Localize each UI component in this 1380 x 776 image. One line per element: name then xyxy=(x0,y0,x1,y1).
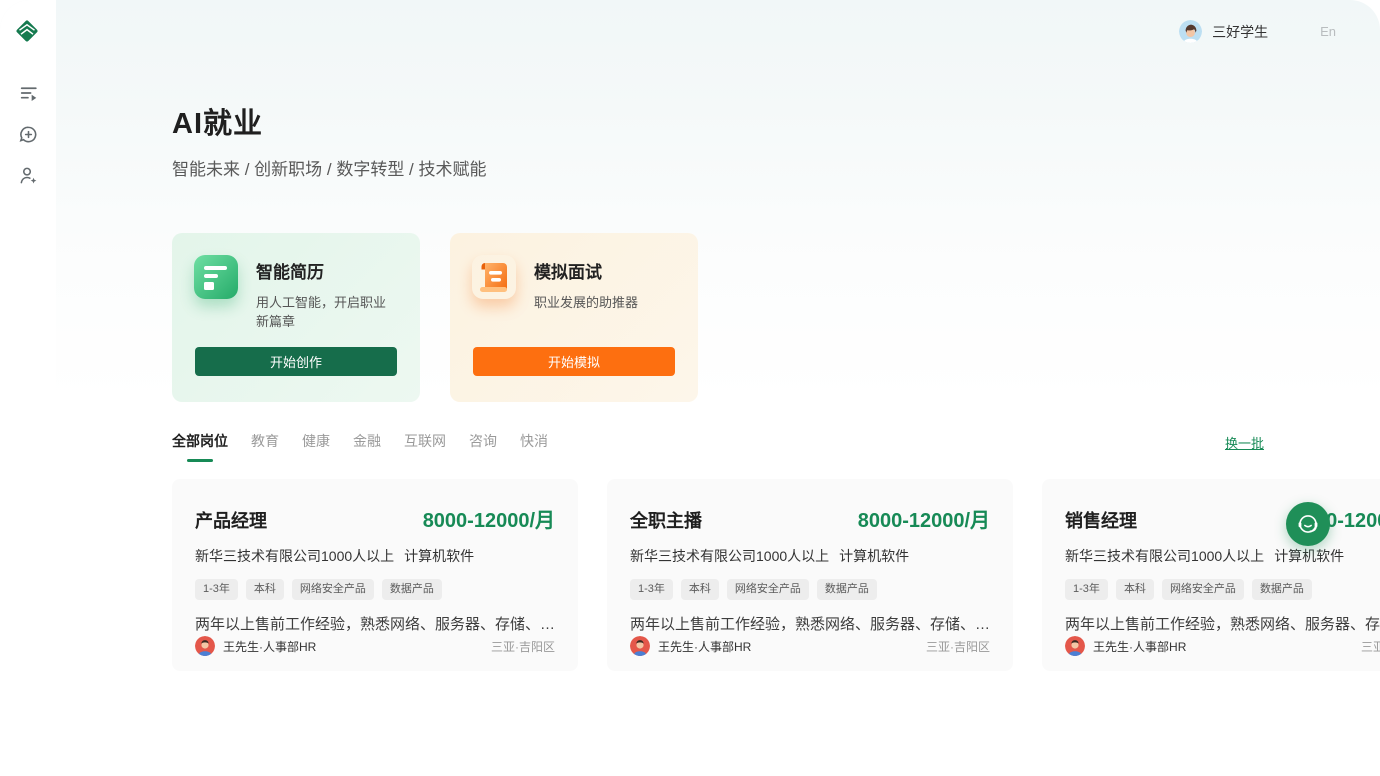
playlist-icon[interactable] xyxy=(17,82,39,104)
job-card[interactable]: 产品经理 8000-12000/月 新华三技术有限公司1000人以上 计算机软件… xyxy=(172,479,578,671)
job-tag: 本科 xyxy=(1116,579,1154,600)
hr-avatar xyxy=(195,636,215,656)
feature-subtitle: 用人工智能，开启职业新篇章 xyxy=(256,292,398,330)
tab-fmcg[interactable]: 快消 xyxy=(520,431,548,462)
tab-internet[interactable]: 互联网 xyxy=(404,431,446,462)
job-salary: 8000-12000/月 xyxy=(858,504,990,533)
person-star-icon[interactable] xyxy=(17,164,39,186)
job-company: 新华三技术有限公司1000人以上 xyxy=(195,546,394,566)
job-location: 三亚·吉阳区 xyxy=(491,638,555,655)
job-title: 全职主播 xyxy=(630,507,702,533)
sidebar xyxy=(0,0,56,776)
job-tags: 1-3年 本科 网络安全产品 数据产品 xyxy=(195,579,555,600)
job-description: 两年以上售前工作经验，熟悉网络、服务器、存储、… xyxy=(1065,613,1380,634)
hr-avatar xyxy=(1065,636,1085,656)
job-title: 产品经理 xyxy=(195,507,267,533)
hr-name: 王先生·人事部HR xyxy=(658,638,751,655)
job-tag: 数据产品 xyxy=(817,579,877,600)
app-window: 三好学生 En AI就业 智能未来 / 创新职场 / 数字转型 / 技术赋能 xyxy=(0,0,1380,776)
feature-cards: 智能简历 用人工智能，开启职业新篇章 开始创作 xyxy=(172,233,1264,402)
hr-name: 王先生·人事部HR xyxy=(223,638,316,655)
refresh-batch-link[interactable]: 换一批 xyxy=(1225,431,1264,452)
job-location: 三亚·吉阳区 xyxy=(926,638,990,655)
smart-resume-card: 智能简历 用人工智能，开启职业新篇章 开始创作 xyxy=(172,233,420,402)
customer-service-button[interactable] xyxy=(1286,502,1330,546)
page-subtitle: 智能未来 / 创新职场 / 数字转型 / 技术赋能 xyxy=(172,155,1264,180)
job-tag: 本科 xyxy=(246,579,284,600)
category-tabs: 全部岗位 教育 健康 金融 互联网 咨询 快消 xyxy=(172,431,548,462)
job-industry: 计算机软件 xyxy=(1274,546,1344,566)
job-tag: 本科 xyxy=(681,579,719,600)
job-tag: 网络安全产品 xyxy=(727,579,809,600)
job-description: 两年以上售前工作经验，熟悉网络、服务器、存储、… xyxy=(630,613,990,634)
job-tag: 1-3年 xyxy=(1065,579,1108,600)
hr-name: 王先生·人事部HR xyxy=(1093,638,1186,655)
job-title: 销售经理 xyxy=(1065,507,1137,533)
tab-finance[interactable]: 金融 xyxy=(353,431,381,462)
job-tag: 网络安全产品 xyxy=(292,579,374,600)
job-tags: 1-3年 本科 网络安全产品 数据产品 xyxy=(1065,579,1380,600)
job-card[interactable]: 全职主播 8000-12000/月 新华三技术有限公司1000人以上 计算机软件… xyxy=(607,479,1013,671)
scroll-icon xyxy=(472,255,516,299)
job-card[interactable]: 销售经理 8000-12000/月 新华三技术有限公司1000人以上 计算机软件… xyxy=(1042,479,1380,671)
start-mock-button[interactable]: 开始模拟 xyxy=(473,347,675,376)
message-add-icon[interactable] xyxy=(17,123,39,145)
job-industry: 计算机软件 xyxy=(404,546,474,566)
job-list: 产品经理 8000-12000/月 新华三技术有限公司1000人以上 计算机软件… xyxy=(172,479,1264,671)
job-tag: 数据产品 xyxy=(382,579,442,600)
page-title: AI就业 xyxy=(172,100,1264,142)
category-tabs-row: 全部岗位 教育 健康 金融 互联网 咨询 快消 换一批 xyxy=(172,431,1264,462)
tab-health[interactable]: 健康 xyxy=(302,431,330,462)
mock-interview-card: 模拟面试 职业发展的助推器 开始模拟 xyxy=(450,233,698,402)
job-tag: 网络安全产品 xyxy=(1162,579,1244,600)
job-tag: 1-3年 xyxy=(630,579,673,600)
job-tags: 1-3年 本科 网络安全产品 数据产品 xyxy=(630,579,990,600)
job-salary: 8000-12000/月 xyxy=(423,504,555,533)
headset-icon xyxy=(1295,511,1321,537)
feature-title: 智能简历 xyxy=(256,258,398,283)
job-company: 新华三技术有限公司1000人以上 xyxy=(630,546,829,566)
hr-avatar xyxy=(630,636,650,656)
resume-icon xyxy=(194,255,238,299)
language-toggle[interactable]: En xyxy=(1320,24,1336,39)
main-content: AI就业 智能未来 / 创新职场 / 数字转型 / 技术赋能 xyxy=(172,0,1264,671)
tab-all-jobs[interactable]: 全部岗位 xyxy=(172,431,228,462)
tab-consulting[interactable]: 咨询 xyxy=(469,431,497,462)
job-company: 新华三技术有限公司1000人以上 xyxy=(1065,546,1264,566)
job-location: 三亚·吉阳区 xyxy=(1361,638,1380,655)
job-tag: 数据产品 xyxy=(1252,579,1312,600)
feature-subtitle: 职业发展的助推器 xyxy=(534,292,638,311)
feature-title: 模拟面试 xyxy=(534,258,638,283)
job-tag: 1-3年 xyxy=(195,579,238,600)
h3c-logo-icon xyxy=(14,18,40,44)
tab-education[interactable]: 教育 xyxy=(251,431,279,462)
job-description: 两年以上售前工作经验，熟悉网络、服务器、存储、… xyxy=(195,613,555,634)
start-create-button[interactable]: 开始创作 xyxy=(195,347,397,376)
job-industry: 计算机软件 xyxy=(839,546,909,566)
